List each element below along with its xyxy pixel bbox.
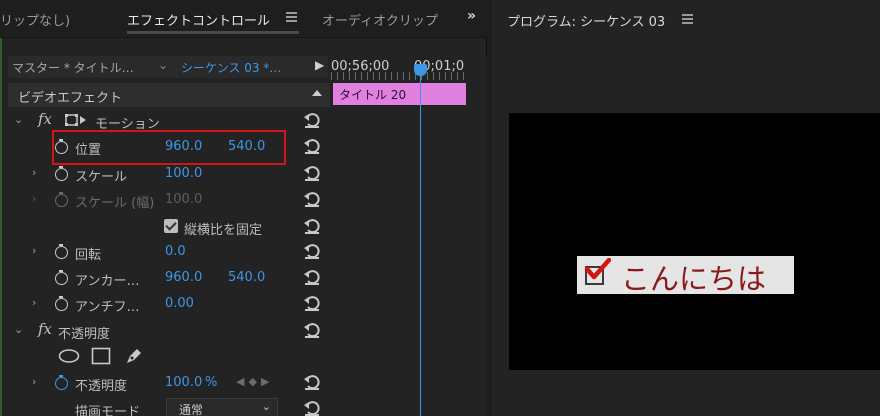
opacity-effect-row[interactable]: ⌄ fx 不透明度 bbox=[8, 318, 330, 344]
rectangle-mask-icon[interactable] bbox=[91, 347, 111, 365]
chevron-down-icon[interactable]: ⌄ bbox=[158, 58, 168, 72]
scale-label: スケール bbox=[75, 170, 128, 185]
scale-width-value: 100.0 bbox=[165, 192, 203, 207]
tab-source-monitor[interactable]: リップなし) bbox=[0, 10, 70, 29]
program-monitor-title[interactable]: プログラム: シーケンス 03 bbox=[507, 11, 665, 30]
program-video-frame[interactable]: こんにちは bbox=[509, 113, 880, 370]
video-effects-label: ビデオエフェクト bbox=[18, 91, 123, 106]
tab-overflow-icon[interactable]: » bbox=[467, 8, 476, 24]
anchor-x-value[interactable]: 960.0 bbox=[165, 270, 202, 285]
chevron-right-icon[interactable]: › bbox=[32, 244, 36, 257]
anchor-y-value[interactable]: 540.0 bbox=[228, 270, 265, 285]
chevron-right-icon[interactable]: › bbox=[32, 296, 36, 309]
panel-focus-edge bbox=[0, 0, 2, 416]
chevron-down-icon: ⌄ bbox=[261, 400, 271, 413]
clip-selector-row: マスター * タイトル… ⌄ シーケンス 03 *… ▶ bbox=[8, 56, 328, 78]
chevron-right-icon[interactable]: › bbox=[32, 375, 36, 388]
tab-effect-controls[interactable]: エフェクトコントロール bbox=[127, 10, 270, 29]
video-effects-header: ビデオエフェクト bbox=[8, 83, 330, 107]
title-card-text: こんにちは bbox=[621, 262, 767, 296]
active-tab-indicator bbox=[127, 31, 299, 34]
opacity-unit: % bbox=[205, 375, 218, 390]
reset-icon[interactable] bbox=[303, 137, 321, 155]
blend-mode-row[interactable]: 描画モード 通常 ⌄ bbox=[8, 396, 330, 416]
blend-mode-label: 描画モード bbox=[75, 405, 141, 416]
opacity-label: 不透明度 bbox=[75, 379, 128, 394]
opacity-section-label: 不透明度 bbox=[58, 327, 111, 342]
chevron-right-icon[interactable]: › bbox=[32, 166, 36, 179]
uniform-scale-label: 縦横比を固定 bbox=[184, 223, 263, 238]
title-clip[interactable]: タイトル 20 bbox=[333, 83, 466, 105]
anchor-point-row[interactable]: アンカー… 960.0 540.0 bbox=[8, 265, 330, 291]
ellipse-mask-icon[interactable] bbox=[58, 348, 80, 364]
playhead-handle[interactable] bbox=[414, 64, 427, 76]
effect-timeline[interactable]: 00;56;00 00;01;0 タイトル 20 bbox=[331, 56, 487, 416]
reset-icon[interactable] bbox=[303, 217, 321, 235]
rotation-row[interactable]: › 回転 0.0 bbox=[8, 239, 330, 265]
panel-menu-icon[interactable] bbox=[682, 14, 693, 24]
chevron-right-icon: › bbox=[32, 192, 37, 205]
position-highlight-box bbox=[52, 130, 286, 165]
uniform-scale-row[interactable]: 縦横比を固定 bbox=[8, 214, 330, 240]
reset-icon[interactable] bbox=[303, 111, 321, 129]
blend-mode-value: 通常 bbox=[179, 403, 204, 416]
uniform-scale-checkbox[interactable] bbox=[164, 219, 178, 233]
stopwatch-icon[interactable] bbox=[55, 270, 68, 285]
antiflicker-row[interactable]: › アンチフ… 0.00 bbox=[8, 291, 330, 317]
title-card: こんにちは bbox=[577, 256, 794, 296]
scale-width-label: スケール (幅) bbox=[75, 196, 155, 211]
panel-tabbar: リップなし) エフェクトコントロール オーディオクリップ » bbox=[0, 0, 487, 38]
scale-value[interactable]: 100.0 bbox=[165, 166, 202, 181]
stopwatch-icon[interactable] bbox=[55, 375, 68, 390]
scale-width-row: › スケール (幅) 100.0 bbox=[8, 187, 330, 213]
reset-icon[interactable] bbox=[303, 373, 321, 391]
pen-mask-icon[interactable] bbox=[124, 346, 144, 366]
tab-audio-clip-mixer[interactable]: オーディオクリップ bbox=[322, 10, 438, 29]
reset-icon[interactable] bbox=[303, 268, 321, 286]
effect-controls-panel: リップなし) エフェクトコントロール オーディオクリップ » マスター * タイ… bbox=[0, 0, 487, 416]
opacity-row[interactable]: › 不透明度 100.0 % ◀◆▶ bbox=[8, 370, 330, 396]
antiflicker-label: アンチフ… bbox=[75, 300, 140, 315]
reset-icon[interactable] bbox=[303, 164, 321, 182]
reset-icon[interactable] bbox=[303, 321, 321, 339]
time-ruler[interactable]: 00;56;00 00;01;0 bbox=[331, 56, 466, 80]
sequence-clip-label[interactable]: シーケンス 03 *… bbox=[181, 59, 281, 76]
program-monitor-panel: プログラム: シーケンス 03 こんにちは bbox=[492, 0, 880, 416]
play-triangle-icon[interactable]: ▶ bbox=[315, 58, 324, 72]
stopwatch-icon[interactable] bbox=[55, 244, 68, 259]
opacity-value[interactable]: 100.0 bbox=[165, 375, 202, 390]
chevron-down-icon[interactable]: ⌄ bbox=[14, 113, 23, 126]
reset-icon[interactable] bbox=[303, 242, 321, 260]
master-clip-label[interactable]: マスター * タイトル… bbox=[12, 59, 134, 76]
stopwatch-icon[interactable] bbox=[55, 166, 68, 181]
ruler-ticks bbox=[331, 72, 466, 80]
motion-transform-icon[interactable] bbox=[65, 113, 87, 127]
reset-icon[interactable] bbox=[303, 399, 321, 416]
collapse-up-icon[interactable] bbox=[312, 90, 322, 96]
fx-icon[interactable]: fx bbox=[38, 320, 52, 338]
antiflicker-value[interactable]: 0.00 bbox=[165, 296, 194, 311]
clip-label: タイトル 20 bbox=[339, 88, 407, 102]
panel-menu-icon[interactable] bbox=[286, 12, 297, 22]
playhead-line[interactable] bbox=[420, 70, 421, 416]
reset-icon[interactable] bbox=[303, 294, 321, 312]
chevron-down-icon[interactable]: ⌄ bbox=[14, 323, 23, 336]
rotation-value[interactable]: 0.0 bbox=[165, 244, 186, 259]
reset-icon[interactable] bbox=[303, 190, 321, 208]
keyframe-navigator[interactable]: ◀◆▶ bbox=[236, 375, 273, 388]
blend-mode-select[interactable]: 通常 ⌄ bbox=[166, 398, 278, 416]
fx-icon[interactable]: fx bbox=[38, 110, 52, 128]
stopwatch-icon[interactable] bbox=[55, 296, 68, 311]
stopwatch-icon bbox=[55, 192, 68, 207]
check-mark-icon bbox=[584, 258, 611, 280]
anchor-label: アンカー… bbox=[75, 274, 140, 289]
mask-tools-row bbox=[8, 344, 330, 370]
rotation-label: 回転 bbox=[75, 248, 102, 263]
